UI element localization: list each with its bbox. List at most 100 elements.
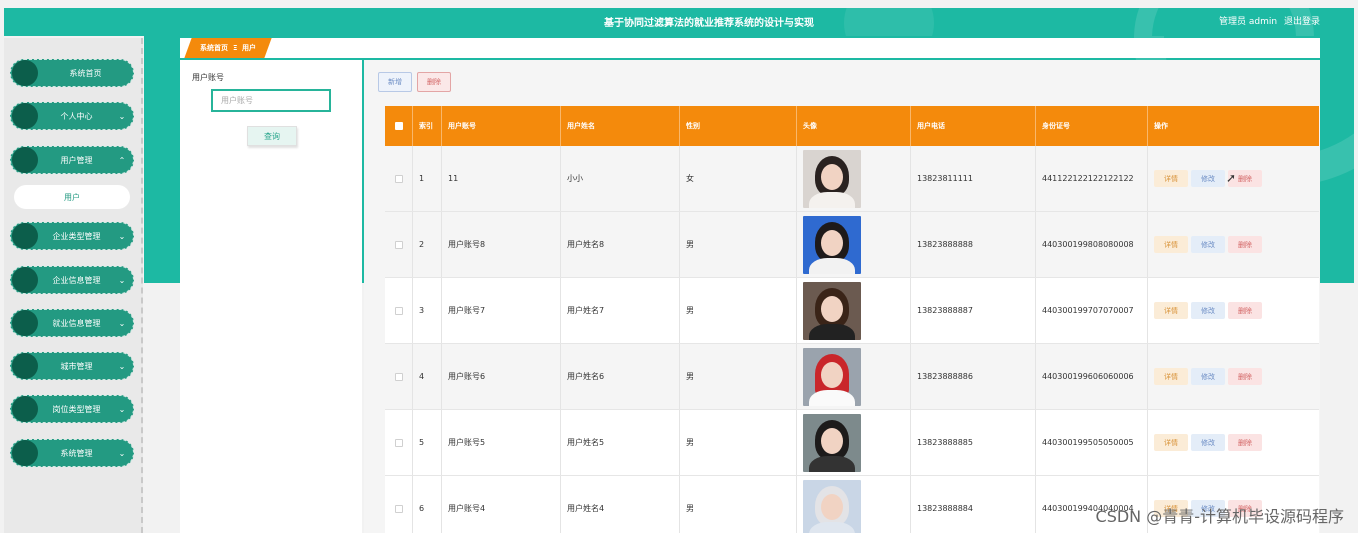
chevron-down-icon: ⌄ — [118, 111, 126, 121]
sidebar-item-employment-info[interactable]: 就业信息管理 ⌄ — [10, 309, 134, 337]
edit-button[interactable]: 修改 — [1191, 170, 1225, 187]
detail-button[interactable]: 详情 — [1154, 302, 1188, 319]
delete-button[interactable]: 删除 — [1228, 368, 1262, 385]
row-name: 小小 — [561, 146, 680, 211]
row-avatar-cell — [797, 278, 911, 343]
sidebar-subitem-user[interactable]: 用户 — [14, 185, 130, 209]
detail-button[interactable]: 详情 — [1154, 434, 1188, 451]
row-id-number: 441122122122122122 — [1036, 146, 1148, 211]
sidebar-item-home[interactable]: 系统首页 — [10, 59, 134, 87]
delete-button[interactable]: 删除 — [1228, 236, 1262, 253]
sidebar-item-company-info[interactable]: 企业信息管理 ⌄ — [10, 266, 134, 294]
row-phone: 13823888888 — [911, 212, 1036, 277]
row-gender: 男 — [680, 278, 797, 343]
avatar — [803, 281, 861, 340]
row-checkbox[interactable] — [394, 240, 403, 249]
sidebar-item-user-management[interactable]: 用户管理 ⌃ — [10, 146, 134, 174]
edit-button[interactable]: 修改 — [1191, 368, 1225, 385]
edit-button[interactable]: 修改 — [1191, 302, 1225, 319]
detail-button[interactable]: 详情 — [1154, 368, 1188, 385]
chevron-down-icon: ⌄ — [118, 231, 126, 241]
circle-icon — [12, 396, 38, 422]
avatar — [803, 413, 861, 472]
row-gender: 男 — [680, 212, 797, 277]
delete-button[interactable]: 删除 — [1228, 434, 1262, 451]
row-checkbox[interactable] — [394, 174, 403, 183]
row-checkbox[interactable] — [394, 504, 403, 513]
avatar — [803, 347, 861, 406]
row-account: 用户账号6 — [442, 344, 561, 409]
row-avatar-cell — [797, 410, 911, 475]
user-table: 索引 用户账号 用户姓名 性别 头像 用户电话 身份证号 操作 1 11 小小 … — [385, 106, 1319, 533]
breadcrumb-home[interactable]: 系统首页 — [200, 43, 228, 53]
breadcrumb-bar: 系统首页 Ξ 用户 — [180, 38, 1320, 58]
header-phone: 用户电话 — [911, 106, 1036, 146]
row-account: 用户账号7 — [442, 278, 561, 343]
row-index: 1 — [413, 146, 442, 211]
search-button[interactable]: 查询 — [247, 126, 297, 146]
row-name: 用户姓名8 — [561, 212, 680, 277]
logout-link[interactable]: 退出登录 — [1284, 17, 1320, 27]
batch-delete-button[interactable]: 删除 — [417, 72, 451, 92]
avatar — [803, 215, 861, 274]
sidebar-item-personal-center[interactable]: 个人中心 ⌄ — [10, 102, 134, 130]
chevron-down-icon: ⌄ — [118, 275, 126, 285]
top-header: 基于协同过滤算法的就业推荐系统的设计与实现 管理员 admin 退出登录 — [4, 8, 1354, 36]
row-checkbox[interactable] — [394, 438, 403, 447]
row-select-cell — [385, 212, 413, 277]
search-panel: 用户账号 查询 — [180, 60, 362, 533]
row-id-number: 440300199808080008 — [1036, 212, 1148, 277]
row-select-cell — [385, 410, 413, 475]
edit-button[interactable]: 修改 — [1191, 434, 1225, 451]
row-checkbox[interactable] — [394, 306, 403, 315]
sidebar-item-system[interactable]: 系统管理 ⌄ — [10, 439, 134, 467]
sidebar: 系统首页 个人中心 ⌄ 用户管理 ⌃ 用户 企业类型管理 ⌄ 企业信息管理 ⌄ … — [4, 38, 143, 533]
edit-button[interactable]: 修改 — [1191, 236, 1225, 253]
row-name: 用户姓名6 — [561, 344, 680, 409]
table-row: 4 用户账号6 用户姓名6 男 13823888886 440300199606… — [385, 344, 1319, 410]
sidebar-item-position-type[interactable]: 岗位类型管理 ⌄ — [10, 395, 134, 423]
row-account: 11 — [442, 146, 561, 211]
circle-icon — [12, 147, 38, 173]
row-phone: 13823811111 — [911, 146, 1036, 211]
sidebar-item-label: 系统管理 — [60, 448, 93, 458]
app-window: 基于协同过滤算法的就业推荐系统的设计与实现 管理员 admin 退出登录 系统首… — [0, 0, 1358, 533]
header-account: 用户账号 — [442, 106, 561, 146]
detail-button[interactable]: 详情 — [1154, 236, 1188, 253]
avatar — [803, 479, 861, 533]
table-row: 5 用户账号5 用户姓名5 男 13823888885 440300199505… — [385, 410, 1319, 476]
delete-button[interactable]: 删除 — [1228, 302, 1262, 319]
circle-icon — [12, 353, 38, 379]
account-search-input[interactable] — [211, 89, 331, 112]
sidebar-item-label: 就业信息管理 — [52, 318, 101, 328]
row-phone: 13823888885 — [911, 410, 1036, 475]
detail-button[interactable]: 详情 — [1154, 170, 1188, 187]
row-select-cell — [385, 476, 413, 533]
row-select-cell — [385, 278, 413, 343]
select-all-checkbox[interactable] — [394, 122, 403, 130]
row-checkbox[interactable] — [394, 372, 403, 381]
chevron-down-icon: ⌄ — [118, 318, 126, 328]
row-name: 用户姓名7 — [561, 278, 680, 343]
row-account: 用户账号4 — [442, 476, 561, 533]
circle-icon — [12, 103, 38, 129]
row-index: 4 — [413, 344, 442, 409]
sidebar-item-company-type[interactable]: 企业类型管理 ⌄ — [10, 222, 134, 250]
breadcrumb: 系统首页 Ξ 用户 — [184, 38, 273, 58]
mouse-cursor-icon: ➚ — [1226, 171, 1237, 185]
circle-icon — [12, 440, 38, 466]
select-all-cell — [385, 106, 413, 146]
table-row: 3 用户账号7 用户姓名7 男 13823888887 440300199707… — [385, 278, 1319, 344]
chevron-up-icon: ⌃ — [118, 155, 126, 165]
row-index: 2 — [413, 212, 442, 277]
row-actions: 详情 修改 删除 — [1148, 212, 1319, 277]
row-actions: 详情 修改 删除 — [1148, 344, 1319, 409]
add-button[interactable]: 新增 — [378, 72, 412, 92]
sidebar-item-label: 系统首页 — [69, 68, 102, 78]
chevron-down-icon: ⌄ — [118, 404, 126, 414]
row-id-number: 440300199505050005 — [1036, 410, 1148, 475]
breadcrumb-separator-icon: Ξ — [233, 44, 238, 52]
sidebar-item-city[interactable]: 城市管理 ⌄ — [10, 352, 134, 380]
sidebar-item-label: 城市管理 — [60, 361, 93, 371]
row-gender: 男 — [680, 410, 797, 475]
